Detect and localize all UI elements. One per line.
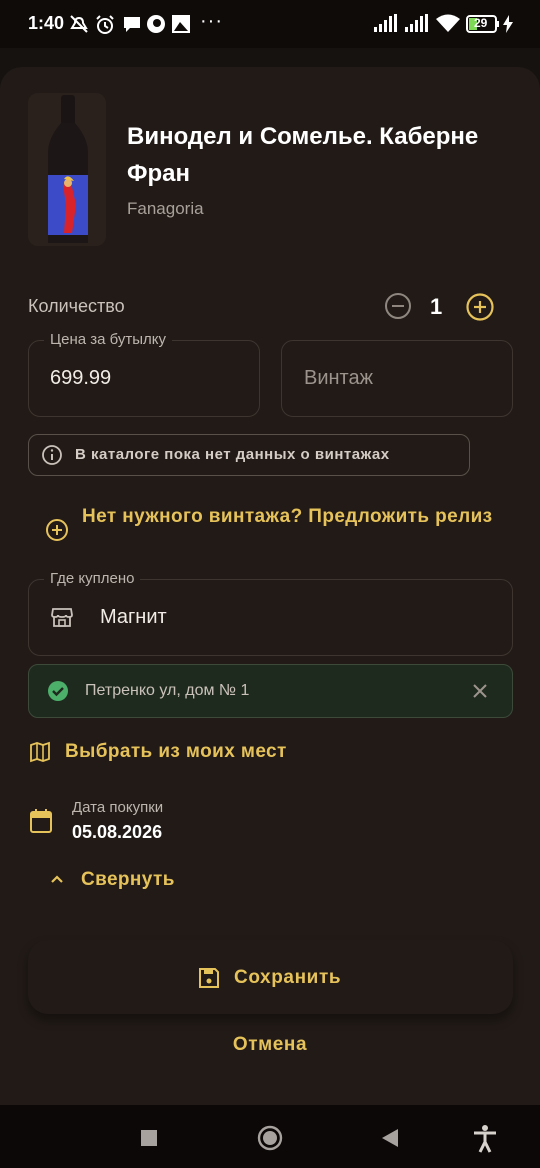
recents-icon[interactable] [140, 1129, 158, 1147]
chevron-up-icon[interactable] [48, 870, 66, 888]
battery-level: 29 [474, 16, 488, 30]
save-icon [199, 968, 219, 988]
price-field-label: Цена за бутылку [44, 331, 173, 348]
purchase-date-label: Дата покупки [72, 799, 164, 816]
shop-value: Магнит [100, 606, 167, 628]
alarm-icon [96, 15, 114, 34]
wine-name: Винодел и Сомелье. Каберне Фран [127, 123, 479, 187]
back-icon[interactable] [380, 1128, 400, 1148]
signal-icon [374, 14, 397, 32]
charging-icon [503, 15, 513, 33]
address-text: Петренко ул, дом № 1 [85, 682, 250, 699]
signal-icon [405, 14, 428, 32]
chat-icon [124, 17, 140, 32]
vintage-info-text: В каталоге пока нет данных о винтажах [75, 446, 390, 463]
collapse-button[interactable]: Свернуть [81, 869, 175, 891]
vintage-placeholder: Винтаж [304, 367, 373, 389]
accessibility-icon[interactable] [472, 1124, 498, 1154]
status-time: 1:40 [28, 13, 65, 33]
decrease-quantity-button[interactable] [384, 292, 412, 320]
wifi-icon [436, 14, 460, 32]
close-icon[interactable] [470, 681, 490, 701]
map-icon[interactable] [29, 741, 51, 763]
app-icon [147, 15, 165, 33]
status-more: ··· [200, 10, 223, 32]
increase-quantity-button[interactable] [465, 292, 495, 322]
wine-producer: Fanagoria [127, 199, 204, 218]
mute-icon [70, 15, 88, 33]
calendar-icon[interactable] [29, 808, 53, 834]
image-icon [172, 15, 190, 33]
status-bar: 1:40 ··· 29 [0, 0, 540, 48]
store-icon [51, 608, 73, 627]
shop-field-label: Где куплено [44, 570, 141, 587]
choose-from-places-button[interactable]: Выбрать из моих мест [65, 741, 287, 763]
check-circle-icon [48, 681, 68, 701]
cancel-button[interactable]: Отмена [0, 1034, 540, 1056]
save-button-label[interactable]: Сохранить [234, 967, 341, 989]
suggest-release-button[interactable]: Нет нужного винтажа? Предложить релиз [82, 503, 502, 531]
add-circle-icon[interactable] [45, 518, 69, 542]
quantity-value: 1 [430, 294, 443, 319]
info-icon [42, 445, 62, 465]
quantity-label: Количество [28, 296, 125, 316]
wine-bottle-image [28, 93, 106, 246]
system-navigation-bar [0, 1105, 540, 1168]
purchase-date-value[interactable]: 05.08.2026 [72, 822, 162, 843]
home-icon[interactable] [257, 1125, 283, 1151]
price-value: 699.99 [50, 367, 112, 389]
